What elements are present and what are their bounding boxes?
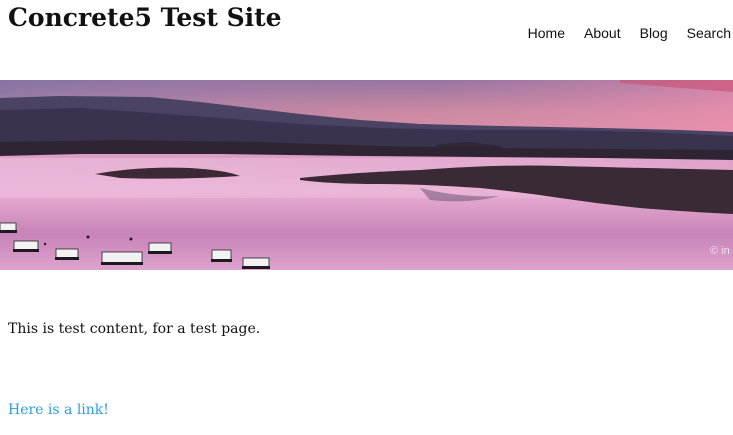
nav-item-about[interactable]: About [584,24,621,42]
content-paragraph: This is test content, for a test page. [8,321,261,337]
banner-watermark: © in [710,245,730,257]
site-title[interactable]: Concrete5 Test Site [8,2,282,34]
header-banner-image: © in [0,80,733,270]
nav-item-search[interactable]: Search [687,24,731,42]
nav-item-home[interactable]: Home [528,24,565,42]
main-nav: Home About Blog Search [528,24,731,42]
content-link[interactable]: Here is a link! [8,400,109,420]
nav-item-blog[interactable]: Blog [640,24,668,42]
